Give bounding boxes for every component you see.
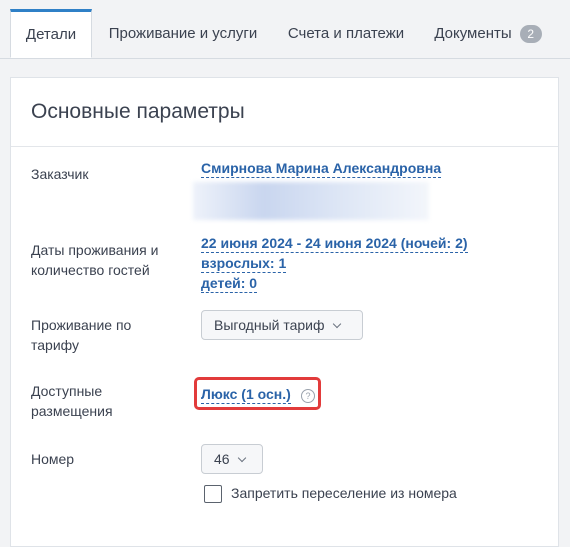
adults-count-link[interactable]: взрослых: 1 bbox=[201, 255, 287, 273]
customer-label: Заказчик bbox=[31, 166, 89, 182]
room-label: Номер bbox=[31, 451, 75, 467]
tab-label: Детали bbox=[25, 26, 77, 43]
tab-bills-payments[interactable]: Счета и платежи bbox=[276, 10, 416, 57]
help-icon[interactable]: ? bbox=[301, 389, 315, 403]
tab-label: Счета и платежи bbox=[287, 25, 405, 42]
tab-bar: Детали Проживание и услуги Счета и плате… bbox=[0, 0, 570, 59]
blurred-contact-info bbox=[193, 182, 429, 220]
tab-label: Документы bbox=[434, 25, 512, 42]
tariff-select-value: Выгодный тариф bbox=[214, 317, 325, 333]
chevron-down-icon bbox=[332, 319, 341, 328]
section-divider bbox=[11, 146, 558, 147]
tariff-select[interactable]: Выгодный тариф bbox=[201, 310, 363, 340]
room-select-value: 46 bbox=[214, 451, 230, 467]
tab-details[interactable]: Детали bbox=[10, 9, 92, 58]
tariff-label: Проживание по тарифу bbox=[31, 317, 132, 353]
forbid-relocation-label[interactable]: Запретить переселение из номера bbox=[231, 485, 457, 501]
tab-accommodation-services[interactable]: Проживание и услуги bbox=[98, 10, 268, 57]
room-select[interactable]: 46 bbox=[201, 444, 263, 474]
tab-label: Проживание и услуги bbox=[108, 25, 258, 42]
section-title: Основные параметры bbox=[31, 100, 245, 123]
children-count-link[interactable]: детей: 0 bbox=[201, 275, 258, 293]
accommodation-link[interactable]: Люкс (1 осн.) bbox=[201, 386, 291, 404]
forbid-relocation-checkbox[interactable] bbox=[204, 485, 222, 503]
chevron-down-icon bbox=[237, 453, 246, 462]
stay-dates-link[interactable]: 22 июня 2024 - 24 июня 2024 (ночей: 2) bbox=[201, 235, 468, 253]
available-accommodation-label: Доступные размещения bbox=[31, 383, 113, 419]
tab-documents[interactable]: Документы 2 bbox=[426, 10, 550, 57]
main-parameters-card: Основные параметры Заказчик Смирнова Мар… bbox=[10, 77, 559, 547]
dates-guests-label: Даты проживания и количество гостей bbox=[31, 242, 159, 278]
documents-count-badge: 2 bbox=[519, 24, 542, 43]
customer-name-link[interactable]: Смирнова Марина Александровна bbox=[201, 160, 442, 178]
